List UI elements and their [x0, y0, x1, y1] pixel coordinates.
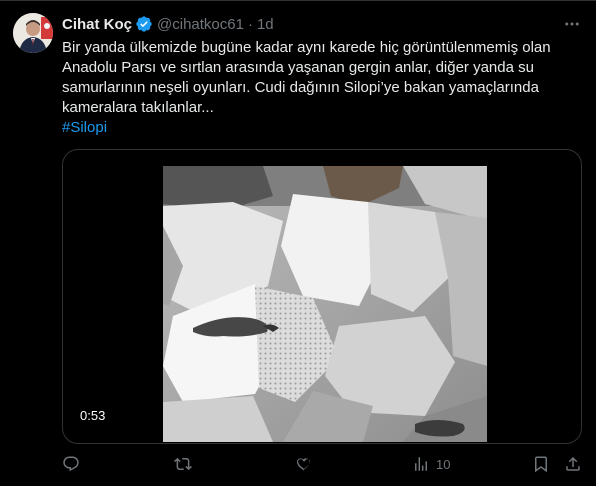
like-button[interactable]: [295, 452, 313, 476]
views-icon: [415, 457, 427, 471]
reply-button[interactable]: [62, 452, 80, 476]
like-icon: [296, 458, 310, 471]
verified-badge-icon: [135, 15, 153, 33]
more-icon: [565, 22, 579, 26]
retweet-button[interactable]: [174, 452, 192, 476]
tweet-text: Bir yanda ülkemizde bugüne kadar aynı ka…: [62, 39, 551, 116]
more-options-button[interactable]: [562, 14, 582, 34]
video-thumbnail: [163, 166, 487, 442]
avatar-image: [13, 13, 53, 53]
share-button[interactable]: [564, 452, 582, 476]
bookmark-button[interactable]: [532, 452, 550, 476]
retweet-icon: [174, 457, 192, 471]
bookmark-icon: [535, 456, 547, 473]
video-frame[interactable]: [163, 166, 487, 442]
video-duration: 0:53: [75, 407, 111, 424]
reply-icon: [63, 456, 79, 472]
share-icon: [566, 456, 580, 471]
author-name[interactable]: Cihat Koç: [62, 16, 132, 33]
separator-dot: ·: [247, 15, 253, 33]
views-button[interactable]: 10: [412, 452, 450, 476]
hashtag-link[interactable]: #Silopi: [62, 118, 107, 138]
tweet[interactable]: Cihat Koç @cihatkoc61 · 1d Bir yanda ülk…: [0, 0, 596, 486]
avatar[interactable]: [13, 13, 53, 53]
video-player[interactable]: 0:53: [62, 149, 582, 444]
tweet-header: Cihat Koç @cihatkoc61 · 1d: [62, 14, 274, 34]
views-count: 10: [436, 456, 451, 472]
tweet-actions: 10: [62, 452, 582, 476]
timestamp[interactable]: 1d: [257, 16, 274, 33]
author-handle[interactable]: @cihatkoc61: [157, 16, 244, 33]
